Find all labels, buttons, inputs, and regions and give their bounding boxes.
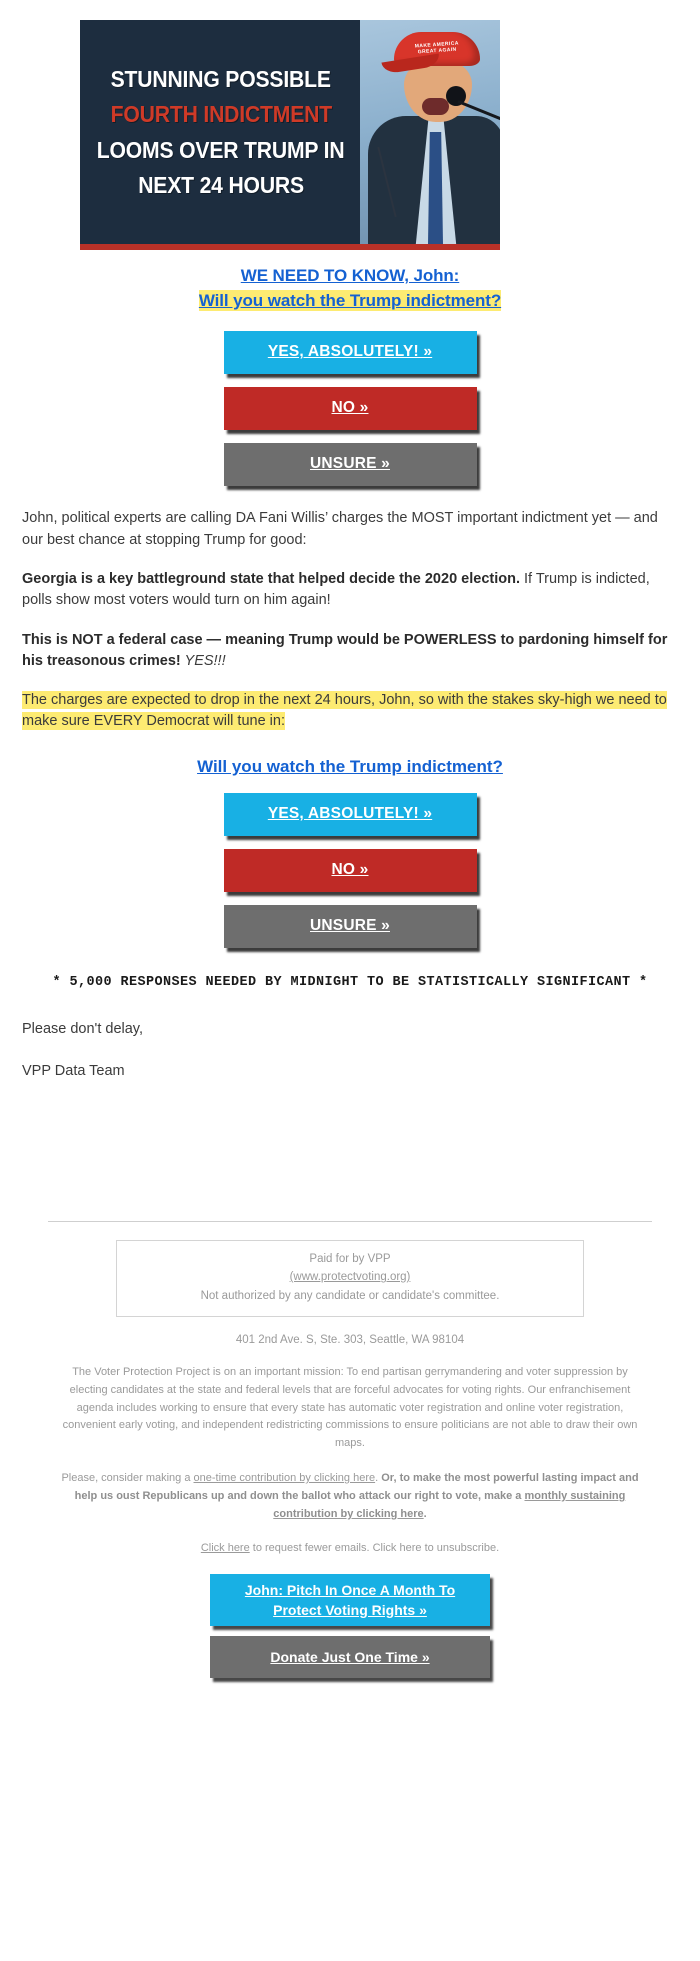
website-link[interactable]: (www.protectvoting.org) <box>290 1271 411 1283</box>
hero-section: MAKE AMERICA GREAT AGAIN STUNNING POSSIB… <box>0 0 700 250</box>
body-copy: John, political experts are calling DA F… <box>0 486 700 733</box>
hero-headline-text: STUNNING POSSIBLE FOURTH INDICTMENT LOOM… <box>80 20 362 244</box>
responses-needed-note: * 5,000 RESPONSES NEEDED BY MIDNIGHT TO … <box>52 974 648 990</box>
email-page: MAKE AMERICA GREAT AGAIN STUNNING POSSIB… <box>0 0 700 1679</box>
cta-group-top: YES, ABSOLUTELY! » NO » UNSURE » <box>0 313 700 487</box>
photo-mouth <box>422 98 449 115</box>
body-paragraph-2-bold: Georgia is a key battleground state that… <box>22 570 520 587</box>
body-paragraph-4: The charges are expected to drop in the … <box>22 690 678 733</box>
hero-banner-image[interactable]: MAKE AMERICA GREAT AGAIN STUNNING POSSIB… <box>80 20 500 250</box>
website-line: (www.protectvoting.org) <box>125 1268 575 1286</box>
headline-block: WE NEED TO KNOW, John: Will you watch th… <box>0 250 700 313</box>
cta-group-bottom: YES, ABSOLUTELY! » NO » UNSURE » <box>0 777 700 948</box>
footer-divider <box>48 1220 652 1222</box>
unsub-rest-text: to request fewer emails. Click here to u… <box>249 1541 500 1554</box>
paid-for-disclaimer-box: Paid for by VPP (www.protectvoting.org) … <box>116 1239 584 1318</box>
footer-donate-buttons: John: Pitch In Once A Month To Protect V… <box>48 1554 652 1679</box>
footer: Paid for by VPP (www.protectvoting.org) … <box>0 1103 700 1679</box>
signoff-block: Please don't delay, VPP Data Team <box>0 993 700 1083</box>
signoff-line-1: Please don't delay, <box>22 1021 143 1038</box>
body-paragraph-3: This is NOT a federal case — meaning Tru… <box>22 630 678 673</box>
not-authorized-line: Not authorized by any candidate or candi… <box>200 1289 500 1302</box>
ask-end-text: . <box>423 1507 427 1520</box>
photo-tie <box>428 132 443 244</box>
hero-line-2: FOURTH INDICTMENT <box>110 101 332 128</box>
one-time-donate-button[interactable]: Donate Just One Time » <box>210 1636 490 1679</box>
body-paragraph-1: John, political experts are calling DA F… <box>22 510 658 548</box>
paid-for-line: Paid for by VPP <box>309 1252 391 1265</box>
footer-unsubscribe-line: Click here to request fewer emails. Clic… <box>48 1524 652 1554</box>
no-button-bottom[interactable]: NO » <box>223 848 477 892</box>
headline-link-line2[interactable]: Will you watch the Trump indictment? <box>40 289 660 314</box>
unsure-button-top[interactable]: UNSURE » <box>223 443 477 487</box>
unsure-button-bottom[interactable]: UNSURE » <box>223 904 477 948</box>
hero-line-4: NEXT 24 HOURS <box>138 171 304 198</box>
headline-line2-text: Will you watch the Trump indictment? <box>198 289 502 311</box>
footer-donation-ask: Please, consider making a one-time contr… <box>48 1453 652 1523</box>
hero-line-3: LOOMS OVER TRUMP IN <box>97 136 345 163</box>
fewer-emails-link[interactable]: Click here <box>201 1542 250 1554</box>
hero-line-1: STUNNING POSSIBLE <box>110 66 332 93</box>
headline-link-line1[interactable]: WE NEED TO KNOW, John: <box>40 264 660 289</box>
body-paragraph-3-italic: YES!!! <box>180 652 226 669</box>
yes-button-top[interactable]: YES, ABSOLUTELY! » <box>223 331 477 375</box>
headline-line1-text: WE NEED TO KNOW, John: <box>240 266 460 285</box>
monthly-donate-button[interactable]: John: Pitch In Once A Month To Protect V… <box>210 1573 490 1627</box>
mid-question-link[interactable]: Will you watch the Trump indictment? <box>197 757 503 776</box>
body-paragraph-4-highlight: The charges are expected to drop in the … <box>22 691 667 731</box>
ask-pre-text: Please, consider making a <box>61 1472 194 1485</box>
body-paragraph-3-bold: This is NOT a federal case — meaning Tru… <box>22 631 668 669</box>
yes-button-bottom[interactable]: YES, ABSOLUTELY! » <box>223 792 477 836</box>
signoff-line-2: VPP Data Team <box>22 1063 125 1080</box>
trump-photo: MAKE AMERICA GREAT AGAIN <box>360 20 500 244</box>
footer-mission-statement: The Voter Protection Project is on an im… <box>62 1366 638 1450</box>
one-time-contribution-link[interactable]: one-time contribution by clicking here <box>194 1472 376 1484</box>
footer-address: 401 2nd Ave. S, Ste. 303, Seattle, WA 98… <box>235 1334 465 1347</box>
no-button-top[interactable]: NO » <box>223 387 477 431</box>
body-paragraph-2: Georgia is a key battleground state that… <box>22 569 678 612</box>
mid-link-wrap: Will you watch the Trump indictment? <box>0 751 700 777</box>
